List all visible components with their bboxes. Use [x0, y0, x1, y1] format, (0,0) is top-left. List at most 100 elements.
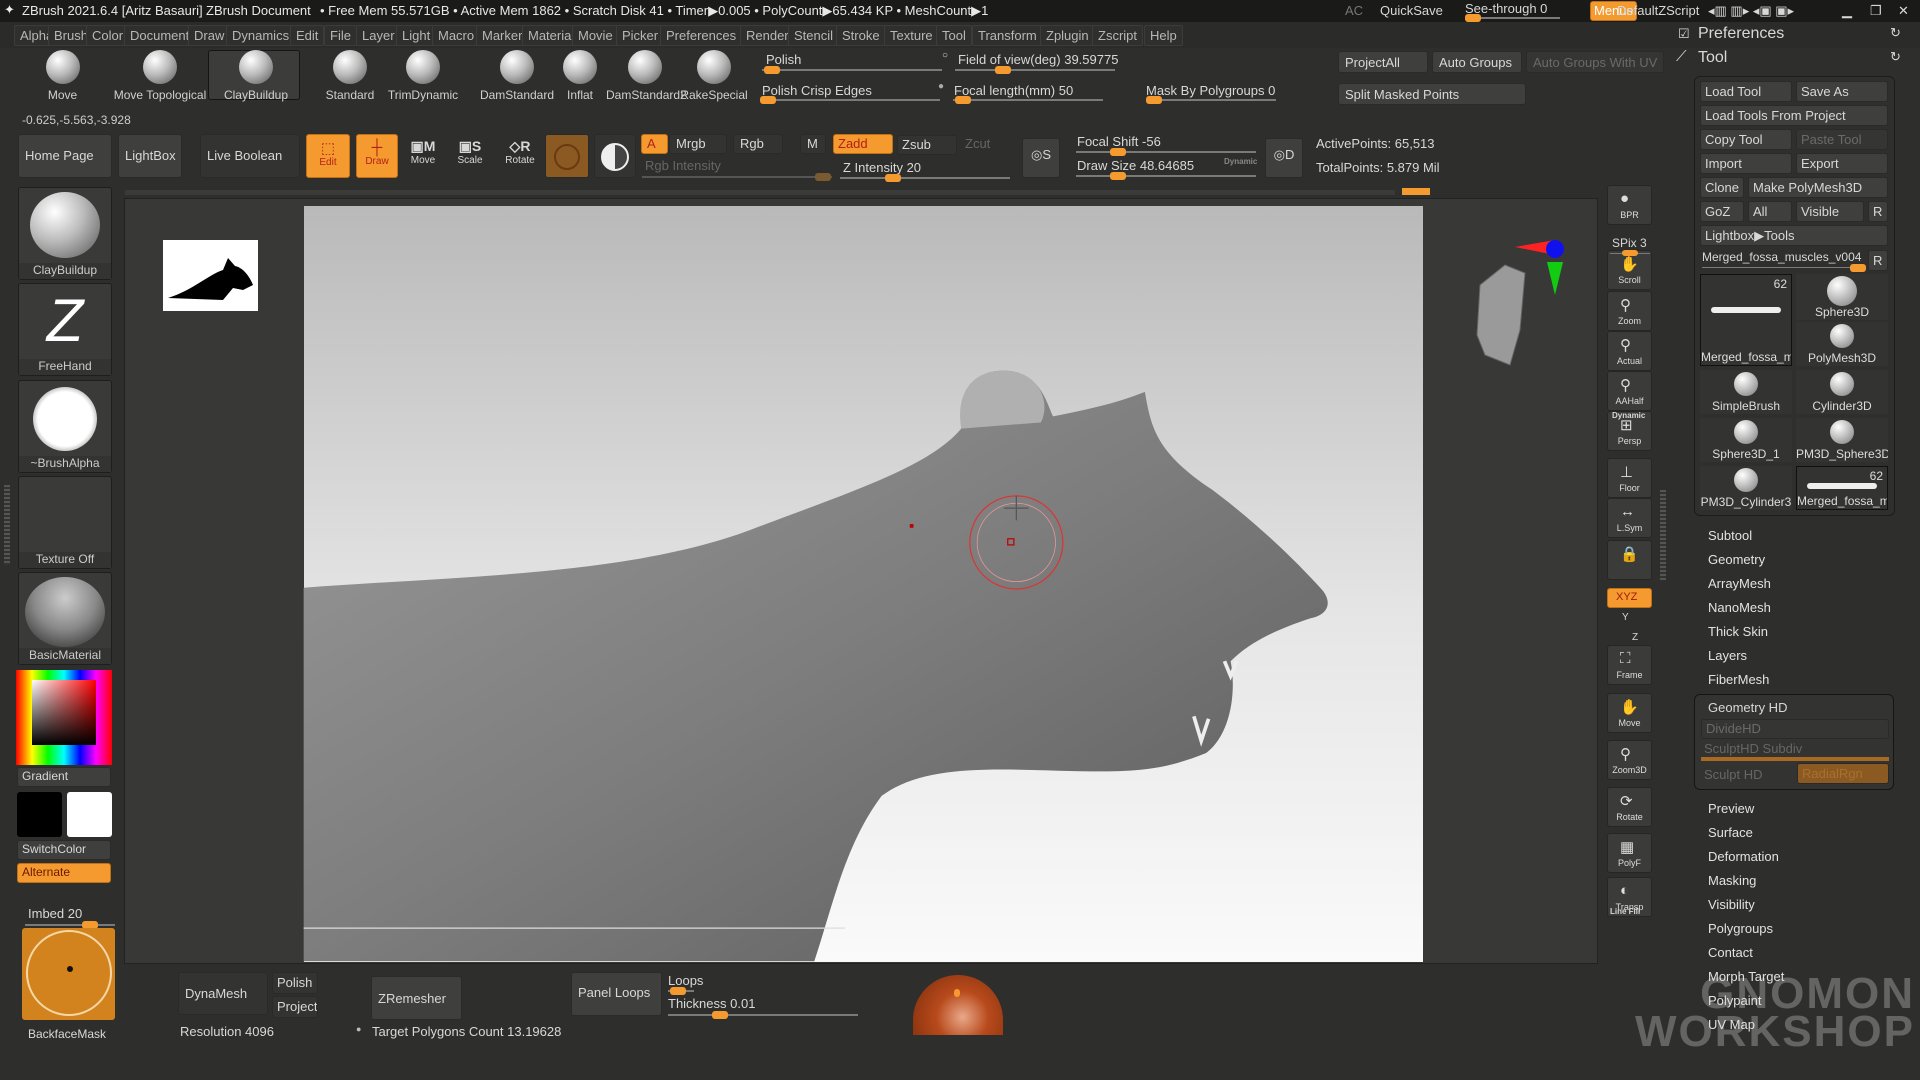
shelf-lsym-button[interactable]: ↔ L.Sym [1607, 498, 1652, 538]
preferences-header[interactable]: Preferences [1698, 25, 1784, 43]
close-icon[interactable]: ✕ [1898, 3, 1909, 19]
menu-zscript[interactable]: Zscript [1092, 25, 1143, 46]
palette-arrows-icon[interactable]: ◂▥ ▥▸ ◂▣ ▣▸ [1708, 3, 1794, 19]
color-picker[interactable] [16, 670, 112, 765]
rotate-xyz-button[interactable]: XYZ [1607, 588, 1652, 608]
menu-macro[interactable]: Macro [432, 25, 481, 46]
scale-mode-button[interactable]: ▣S Scale [450, 138, 490, 166]
rgb-button[interactable]: Rgb [733, 134, 783, 154]
fov-slider[interactable] [955, 66, 1115, 74]
loops-slider[interactable] [668, 987, 694, 995]
menu-texture[interactable]: Texture [884, 25, 939, 46]
brush-thumbnail[interactable]: ClayBuildup [18, 187, 112, 280]
see-through-track[interactable] [1465, 14, 1560, 22]
shelf-camera-lock-button[interactable]: 🔒 [1607, 540, 1652, 580]
brush-damstandard2[interactable]: DamStandard2 [606, 50, 687, 102]
panel-loops-button[interactable]: Panel Loops [571, 972, 662, 1016]
live-boolean-button[interactable]: Live Boolean [200, 134, 300, 178]
menu-stroke[interactable]: Stroke [836, 25, 886, 46]
tool-section-visibility[interactable]: Visibility [1708, 897, 1755, 912]
goz-visible-button[interactable]: Visible [1796, 201, 1864, 222]
sculpthd-subdiv-slider[interactable] [1701, 757, 1889, 761]
tool-tile[interactable]: PM3D_Cylinder3 [1700, 466, 1792, 510]
dynamesh-project-button[interactable]: Project [272, 996, 318, 1018]
edit-mode-button[interactable]: ⬚ Edit [306, 134, 350, 178]
menu-render[interactable]: Render [740, 25, 795, 46]
menu-preferences[interactable]: Preferences [660, 25, 743, 46]
zcut-button[interactable]: Zcut [965, 136, 990, 151]
menu-zplugin[interactable]: Zplugin [1040, 25, 1095, 46]
menu-picker[interactable]: Picker [616, 25, 665, 46]
rotate-z-button[interactable]: Z [1632, 632, 1638, 643]
shelf-zoom-button[interactable]: ⚲ Zoom [1607, 291, 1652, 331]
home-page-button[interactable]: Home Page [18, 134, 112, 178]
import-button[interactable]: Import [1700, 153, 1792, 174]
navigation-gizmo-icon[interactable] [1455, 235, 1570, 370]
quicksave-button[interactable]: QuickSave [1380, 3, 1443, 18]
checkbox-icon[interactable]: ☑ [1678, 26, 1690, 42]
brush-move-topological[interactable]: Move Topological [110, 50, 210, 102]
menu-light[interactable]: Light [396, 25, 437, 46]
document-canvas[interactable] [304, 206, 1423, 962]
shelf-aahalf-button[interactable]: ⚲ AAHalf [1607, 371, 1652, 411]
tool-section-fibermesh[interactable]: FiberMesh [1708, 672, 1769, 687]
polish-slider[interactable] [762, 66, 942, 74]
tool-section-uv-map[interactable]: UV Map [1708, 1017, 1755, 1032]
gradient-button[interactable]: Gradient [17, 767, 111, 787]
load-tools-from-project-button[interactable]: Load Tools From Project [1700, 105, 1888, 126]
mrgb-button[interactable]: Mrgb [669, 134, 727, 154]
shelf-actual-button[interactable]: ⚲ Actual [1607, 331, 1652, 371]
tool-section-layers[interactable]: Layers [1708, 648, 1747, 663]
shelf-rotate-button[interactable]: ⟳ Rotate [1607, 787, 1652, 827]
spix-slider[interactable] [1610, 250, 1650, 256]
tool-tile[interactable]: PM3D_Sphere3D [1796, 418, 1888, 462]
texture-thumbnail[interactable]: Texture Off [18, 476, 112, 569]
restore-icon[interactable]: ❐ [1870, 3, 1882, 19]
spotlight-button[interactable] [594, 134, 636, 178]
tool-tile[interactable]: PolyMesh3D [1796, 322, 1888, 366]
material-thumbnail[interactable]: BasicMaterial [18, 572, 112, 665]
export-button[interactable]: Export [1796, 153, 1888, 174]
secondary-color-swatch[interactable] [67, 792, 112, 837]
auto-groups-button[interactable]: Auto Groups [1432, 51, 1522, 73]
tool-section-deformation[interactable]: Deformation [1708, 849, 1779, 864]
tool-section-polygroups[interactable]: Polygroups [1708, 921, 1773, 936]
radio-icon[interactable]: ○ [942, 50, 948, 61]
goz-r-button[interactable]: R [1868, 201, 1888, 222]
brush-trimdynamic[interactable]: TrimDynamic [385, 50, 461, 102]
imbed-slider[interactable] [25, 921, 115, 929]
menu-document[interactable]: Document [124, 25, 196, 46]
tool-header[interactable]: Tool [1698, 49, 1727, 67]
zsub-button[interactable]: Zsub [897, 135, 957, 155]
alpha-thumbnail[interactable]: ~BrushAlpha [18, 380, 112, 473]
radialrgn-button[interactable]: RadialRgn [1797, 763, 1889, 784]
dynamic-toggle[interactable]: Dynamic [1224, 157, 1257, 166]
save-as-button[interactable]: Save As [1796, 81, 1888, 102]
clone-button[interactable]: Clone [1700, 177, 1744, 198]
stroke-thumbnail[interactable]: Z FreeHand [18, 283, 112, 376]
goz-all-button[interactable]: All [1748, 201, 1792, 222]
shelf-move-button[interactable]: ✋ Move [1607, 693, 1652, 733]
brush-rakespecial[interactable]: RakeSpecial [678, 50, 750, 102]
make-polymesh3d-button[interactable]: Make PolyMesh3D [1748, 177, 1888, 198]
menu-file[interactable]: File [324, 25, 357, 46]
goz-button[interactable]: GoZ [1700, 201, 1744, 222]
refresh-icon[interactable]: ↻ [1890, 49, 1901, 65]
a-toggle[interactable]: A [641, 134, 668, 154]
menu-layer[interactable]: Layer [356, 25, 401, 46]
tool-r-button[interactable]: R [1868, 250, 1888, 271]
auto-groups-uv-button[interactable]: Auto Groups With UV [1526, 51, 1664, 73]
shelf-zoom3d-button[interactable]: ⚲ Zoom3D [1607, 740, 1652, 780]
move-mode-button[interactable]: ▣M Move [403, 138, 443, 166]
tool-section-geometry[interactable]: Geometry [1708, 552, 1765, 567]
rotate-y-button[interactable]: Y [1622, 612, 1629, 623]
tool-tile[interactable]: Sphere3D_1 [1700, 418, 1792, 462]
zadd-button[interactable]: Zadd [833, 134, 893, 154]
copy-tool-button[interactable]: Copy Tool [1700, 129, 1792, 150]
zremesher-button[interactable]: ZRemesher [371, 976, 462, 1020]
brush-damstandard[interactable]: DamStandard [478, 50, 556, 102]
rgb-intensity-slider[interactable] [642, 173, 832, 181]
m-button[interactable]: M [800, 134, 826, 154]
tool-section-thick-skin[interactable]: Thick Skin [1708, 624, 1768, 639]
tool-section-surface[interactable]: Surface [1708, 825, 1753, 840]
